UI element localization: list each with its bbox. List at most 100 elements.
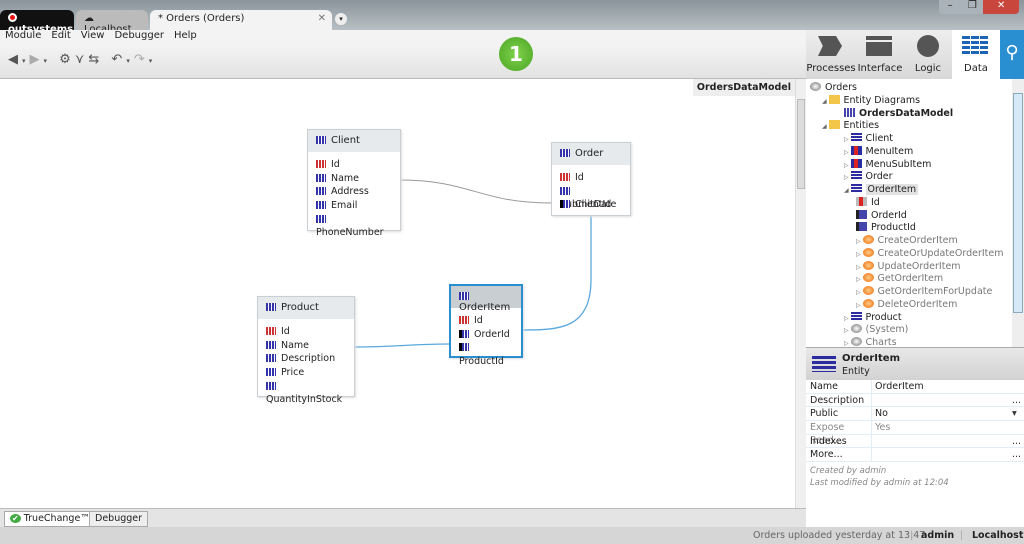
property-value[interactable]: OrderItem	[872, 380, 1012, 393]
property-value[interactable]	[872, 435, 1012, 448]
compare-icon[interactable]: ⇆	[88, 52, 103, 67]
property-row[interactable]: Public No ▾	[806, 407, 1024, 422]
tree-item[interactable]: ▷ Order	[844, 171, 893, 184]
order-orderitem-relation[interactable]	[521, 216, 592, 331]
maximize-button[interactable]: ❐	[961, 0, 984, 14]
entity-attribute[interactable]: Id	[308, 158, 400, 172]
tree-item[interactable]: ▷ (System)	[844, 324, 908, 337]
ellipsis-button[interactable]: ...	[1012, 394, 1024, 407]
close-tab-icon[interactable]: ✕	[318, 13, 326, 24]
property-row[interactable]: More......	[806, 448, 1024, 463]
tree-item[interactable]: ▷ GetOrderItem	[856, 273, 943, 286]
menu-debugger[interactable]: Debugger	[114, 30, 164, 41]
entity-attribute[interactable]: Id	[258, 325, 354, 339]
canvas-scroll-thumb[interactable]	[797, 99, 805, 189]
property-value[interactable]: Yes	[872, 421, 1012, 434]
tree-item[interactable]: Id	[856, 196, 880, 210]
tab-truechange[interactable]: ✔ TrueChange™	[4, 511, 96, 527]
tree-item[interactable]: ◢ OrderItem	[844, 184, 919, 197]
tree-item[interactable]: ◢ Entities	[822, 120, 879, 133]
ellipsis-button[interactable]	[1012, 380, 1024, 393]
entity-orderitem[interactable]: OrderItem Id OrderId ProductId	[449, 284, 523, 367]
property-row[interactable]: Indexes...	[806, 434, 1024, 449]
entity-attribute[interactable]: QuantityInStock	[258, 380, 354, 405]
tree-item[interactable]: ▷ MenuSubItem	[844, 158, 931, 172]
back-dropdown-icon[interactable]: ▾	[22, 57, 30, 65]
entity-attribute[interactable]: Id	[552, 171, 630, 185]
entity-attribute[interactable]: Name	[258, 339, 354, 353]
tree-item[interactable]: ProductId	[856, 222, 916, 235]
dependencies-icon[interactable]: ⋎	[75, 52, 89, 67]
entity-attribute[interactable]: Name	[308, 172, 400, 186]
status-user[interactable]: admin	[921, 527, 954, 544]
ellipsis-button[interactable]: ...	[1012, 448, 1024, 461]
undo-dropdown-icon[interactable]: ▾	[126, 57, 134, 65]
minimize-button[interactable]: –	[939, 0, 962, 14]
entity-attribute[interactable]: ProductId	[451, 341, 521, 367]
tab-logic[interactable]: Logic	[904, 30, 952, 79]
menu-view[interactable]: View	[81, 30, 105, 41]
server-tab[interactable]: ☁ Localhost	[76, 10, 148, 35]
property-row[interactable]: Expose Read... Yes	[806, 421, 1024, 446]
entity-attribute[interactable]: PhoneNumber	[308, 213, 400, 238]
tree-scroll-thumb[interactable]	[1013, 93, 1023, 313]
entity-attribute[interactable]: Description	[258, 352, 354, 366]
expander-icon[interactable]: ▷	[856, 302, 863, 309]
tree-item[interactable]: Orders	[810, 82, 857, 95]
tree-item[interactable]: ▷ CreateOrderItem	[856, 235, 958, 248]
redo-icon[interactable]: ↷	[134, 52, 149, 67]
publish-button[interactable]: 1	[499, 37, 533, 71]
entity-attribute[interactable]: OrderId	[451, 328, 521, 342]
tab-processes[interactable]: Processes	[806, 30, 856, 79]
expander-icon[interactable]: ▷	[856, 289, 863, 296]
entity-attribute[interactable]: Id	[451, 314, 521, 328]
back-icon[interactable]: ◀	[8, 52, 22, 67]
tree-item[interactable]: ▷ Product	[844, 311, 902, 325]
tab-interface[interactable]: Interface	[856, 30, 904, 79]
expander-icon[interactable]: ▷	[844, 340, 851, 347]
entity-attribute[interactable]: Address	[308, 185, 400, 199]
entity-attribute[interactable]: Email	[308, 199, 400, 213]
tree-item[interactable]: ◢ Entity Diagrams	[822, 94, 920, 108]
tree-scrollbar[interactable]	[1012, 79, 1024, 347]
tab-dropdown-icon[interactable]: ▾	[335, 13, 347, 25]
dropdown-icon[interactable]: ▾	[1012, 407, 1024, 420]
tree-item[interactable]: ▷ GetOrderItemForUpdate	[856, 286, 992, 299]
forward-dropdown-icon[interactable]: ▾	[44, 57, 52, 65]
entity-order[interactable]: Order Id SubmitDate ClientId	[551, 142, 631, 216]
status-server[interactable]: Localhost	[972, 527, 1023, 544]
tree-item[interactable]: OrdersDataModel	[844, 107, 953, 121]
property-value[interactable]	[872, 394, 1012, 407]
tab-data[interactable]: Data	[952, 30, 1000, 79]
forward-icon[interactable]: ▶	[30, 52, 44, 67]
tree-item[interactable]: ▷ UpdateOrderItem	[856, 260, 961, 274]
gear-icon[interactable]: ⚙	[59, 52, 75, 67]
tree-item[interactable]: ▷ DeleteOrderItem	[856, 298, 957, 312]
tab-debugger[interactable]: Debugger	[89, 511, 149, 527]
client-order-relation[interactable]	[399, 179, 552, 204]
menu-edit[interactable]: Edit	[51, 30, 70, 41]
tree-item[interactable]: OrderId	[856, 209, 907, 223]
canvas-scrollbar[interactable]	[795, 79, 806, 508]
tree-item[interactable]: ▷ MenuItem	[844, 145, 913, 159]
property-value[interactable]: No	[872, 407, 1012, 420]
product-orderitem-relation[interactable]	[353, 343, 450, 348]
entity-attribute[interactable]: SubmitDate	[552, 185, 630, 210]
ellipsis-button[interactable]: ...	[1012, 435, 1024, 448]
expander-icon[interactable]: ▷	[856, 276, 863, 283]
expander-icon[interactable]: ▷	[856, 251, 863, 258]
close-window-button[interactable]: ✕	[983, 0, 1019, 14]
entity-attribute[interactable]: ClientId	[552, 198, 630, 212]
diagram-canvas[interactable]: OrdersDataModel Client Id Name Address Email…	[0, 79, 795, 508]
undo-icon[interactable]: ↶	[111, 52, 126, 67]
tree-item[interactable]: ▷ CreateOrUpdateOrderItem	[856, 247, 1004, 261]
property-row[interactable]: Name OrderItem	[806, 380, 1024, 394]
menu-help[interactable]: Help	[174, 30, 197, 41]
document-tab[interactable]: * Orders (Orders) ✕	[150, 10, 332, 30]
expander-icon[interactable]: ▷	[856, 264, 863, 271]
tree-item[interactable]: ▷ Charts	[844, 337, 897, 347]
redo-dropdown-icon[interactable]: ▾	[149, 57, 157, 65]
ellipsis-button[interactable]	[1012, 421, 1024, 434]
entity-client[interactable]: Client Id Name Address Email PhoneNumber	[307, 129, 401, 238]
entity-product[interactable]: Product Id Name Description Price QuantityInS…	[257, 296, 355, 405]
